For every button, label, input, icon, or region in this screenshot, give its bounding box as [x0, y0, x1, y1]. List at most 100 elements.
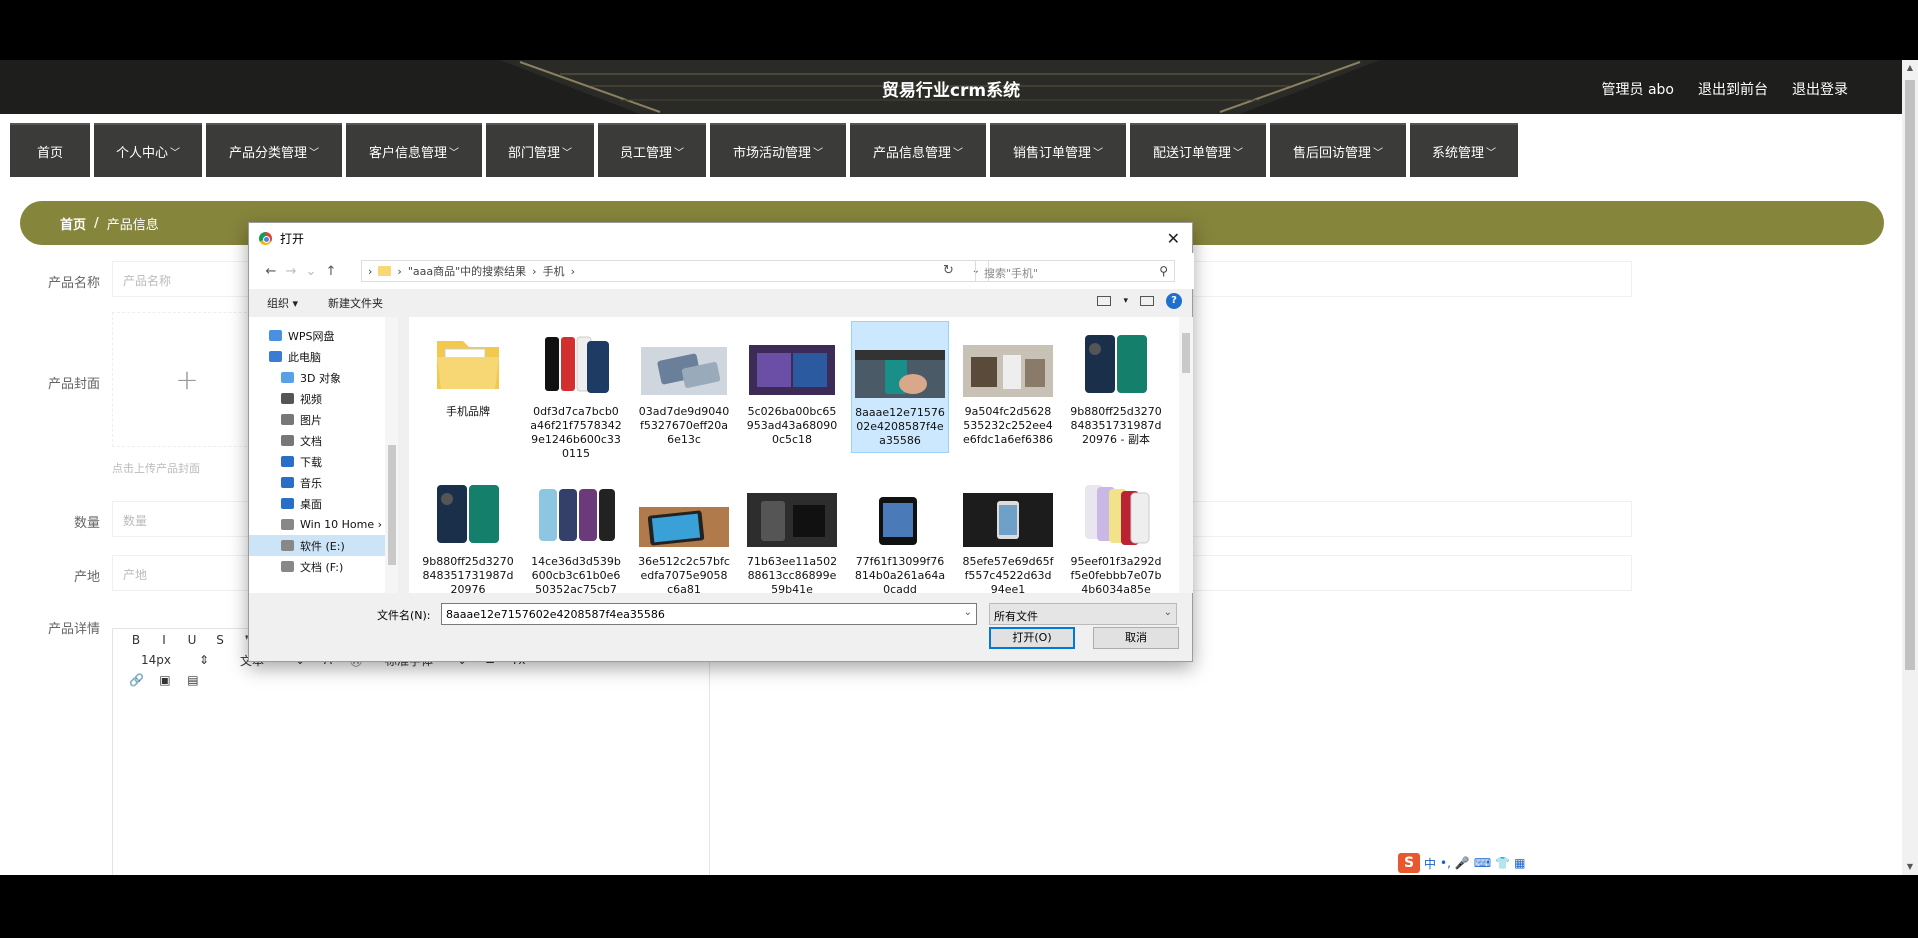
file-item[interactable]: 03ad7de9d9040f5327670eff20a6e13c [635, 321, 733, 453]
file-name: 36e512c2c57bfcedfa7075e9058c6a81 [638, 555, 730, 593]
ime-tool-4[interactable]: 👕 [1495, 856, 1510, 870]
tree-item[interactable]: 下载 [249, 451, 398, 472]
nav-item-3[interactable]: 客户信息管理 ﹀ [346, 123, 482, 177]
cancel-button[interactable]: 取消 [1093, 627, 1179, 649]
file-item[interactable]: 14ce36d3d539b600cb3c61b0e650352ac75cb7 [527, 471, 625, 593]
tree-item[interactable]: 音乐 [249, 472, 398, 493]
editor-tool-row3-1[interactable]: ▣ [158, 673, 172, 687]
editor-tool-row3-0[interactable]: 🔗 [129, 673, 144, 687]
image-thumbnail [855, 477, 945, 549]
organize-button[interactable]: 组织 ▾ [267, 295, 298, 311]
tree-item-icon [281, 435, 294, 446]
file-item[interactable]: 71b63ee11a50288613cc86899e59b41e [743, 471, 841, 593]
sogou-ime-logo[interactable]: S [1398, 853, 1420, 873]
origin-label: 产地 [73, 570, 100, 585]
file-item[interactable]: 8aaae12e7157602e4208587f4ea35586 [851, 321, 949, 453]
close-icon[interactable]: ✕ [1167, 229, 1180, 248]
tree-item[interactable]: 3D 对象 [249, 367, 398, 388]
back-arrow-icon[interactable]: ← [261, 264, 281, 279]
file-item[interactable]: 36e512c2c57bfcedfa7075e9058c6a81 [635, 471, 733, 593]
nav-item-8[interactable]: 销售订单管理 ﹀ [990, 123, 1126, 177]
file-item[interactable]: 9b880ff25d3270848351731987d20976 [419, 471, 517, 593]
tree-item-icon [281, 393, 294, 404]
back-to-front-link[interactable]: 退出到前台 [1698, 79, 1768, 99]
nav-item-7[interactable]: 产品信息管理 ﹀ [850, 123, 986, 177]
file-item[interactable]: 95eef01f3a292df5e0febbb7e07b4b6034a85e [1067, 471, 1165, 593]
nav-item-2[interactable]: 产品分类管理 ﹀ [206, 123, 342, 177]
view-dropdown-icon[interactable]: ▾ [1123, 296, 1128, 306]
tree-item-label: 音乐 [300, 476, 322, 490]
file-grid-scrollbar[interactable] [1179, 317, 1193, 593]
address-path[interactable]: › › "aaa商品"中的搜索结果 › 手机 › ⌄ [361, 260, 989, 282]
tree-item-label: 3D 对象 [300, 371, 341, 385]
filetype-select[interactable]: 所有文件 ⌄ [989, 603, 1177, 625]
editor-tool-row3-2[interactable]: ▤ [186, 673, 200, 687]
editor-tool-row1-2[interactable]: U [185, 633, 199, 647]
open-button[interactable]: 打开(O) [989, 627, 1075, 649]
filename-value: 8aaae12e7157602e4208587f4ea35586 [446, 608, 665, 621]
editor-tool-row2-0[interactable]: 14px [129, 653, 183, 667]
breadcrumb-home[interactable]: 首页 [60, 214, 86, 233]
help-icon[interactable]: ? [1166, 293, 1182, 309]
new-folder-button[interactable]: 新建文件夹 [328, 295, 383, 311]
nav-item-11[interactable]: 系统管理 ﹀ [1410, 123, 1518, 177]
ime-tool-5[interactable]: ▦ [1514, 856, 1525, 870]
ime-tool-2[interactable]: 🎤 [1455, 856, 1470, 870]
rich-text-editor[interactable]: BIUS❞</>H₁H₂≔☰x₂x²⇤⇥ 14px⇕文本⇕AⒶ标准字体⇕≡Tx … [112, 628, 710, 875]
file-item[interactable]: 9a504fc2d5628535232c252ee4e6fdc1a6ef6386 [959, 321, 1057, 453]
view-mode-icon[interactable] [1097, 296, 1112, 306]
path-segment[interactable]: "aaa商品"中的搜索结果 [408, 263, 526, 279]
cover-upload-box[interactable]: + [112, 312, 262, 447]
tree-item[interactable]: 软件 (E:) [249, 535, 398, 556]
ime-tool-0[interactable]: 中 [1424, 855, 1436, 872]
tree-scrollbar[interactable] [385, 317, 398, 593]
editor-tool-row1-1[interactable]: I [157, 633, 171, 647]
up-arrow-icon[interactable]: ↑ [321, 264, 341, 279]
nav-item-0[interactable]: 首页 [10, 123, 90, 177]
logout-link[interactable]: 退出登录 [1792, 79, 1848, 99]
recent-chevron-icon[interactable]: ⌄ [301, 264, 321, 279]
file-item[interactable]: 85efe57e69d65ff557c4522d63d94ee1 [959, 471, 1057, 593]
editor-tool-row2-1[interactable]: ⇕ [197, 653, 211, 667]
scroll-up-arrow-icon[interactable]: ▲ [1902, 60, 1918, 76]
nav-item-6[interactable]: 市场活动管理 ﹀ [710, 123, 846, 177]
scroll-down-arrow-icon[interactable]: ▼ [1902, 859, 1918, 875]
file-item[interactable]: 77f61f13099f76814b0a261a64a0cadd [851, 471, 949, 593]
nav-item-1[interactable]: 个人中心 ﹀ [94, 123, 202, 177]
file-item[interactable]: 5c026ba00bc65953ad43a680900c5c18 [743, 321, 841, 453]
page-scrollbar[interactable]: ▲ ▼ [1902, 60, 1918, 875]
ime-tool-3[interactable]: ⌨ [1474, 856, 1491, 870]
tree-item-label: 视频 [300, 392, 322, 406]
tree-item[interactable]: 文档 (F:) [249, 556, 398, 577]
filename-input[interactable]: 8aaae12e7157602e4208587f4ea35586 ⌄ [441, 603, 977, 625]
editor-tool-row1-0[interactable]: B [129, 633, 143, 647]
nav-item-10[interactable]: 售后回访管理 ﹀ [1270, 123, 1406, 177]
tree-item[interactable]: 此电脑 [249, 346, 398, 367]
file-item[interactable]: O R软 荐手机品牌 [419, 321, 517, 453]
refresh-icon[interactable]: ↻ [943, 263, 954, 278]
tree-item[interactable]: WPS网盘 [249, 325, 398, 346]
nav-item-4[interactable]: 部门管理 ﹀ [486, 123, 594, 177]
search-input[interactable]: 搜索"手机" ⚲ [975, 260, 1175, 282]
path-segment[interactable]: 手机 [543, 263, 565, 279]
nav-item-9[interactable]: 配送订单管理 ﹀ [1130, 123, 1266, 177]
tree-item[interactable]: 视频 [249, 388, 398, 409]
tree-item[interactable]: 文档 [249, 430, 398, 451]
nav-item-5[interactable]: 员工管理 ﹀ [598, 123, 706, 177]
editor-tool-row1-3[interactable]: S [213, 633, 227, 647]
tree-item[interactable]: 图片 [249, 409, 398, 430]
filename-dropdown-icon[interactable]: ⌄ [964, 607, 972, 618]
tree-item[interactable]: 桌面 [249, 493, 398, 514]
tree-item[interactable]: Win 10 Home › [249, 514, 398, 535]
file-item[interactable]: 9b880ff25d3270848351731987d20976 - 副本 [1067, 321, 1165, 453]
chevron-down-icon: ﹀ [562, 147, 572, 159]
preview-pane-icon[interactable] [1140, 296, 1154, 306]
forward-arrow-icon[interactable]: → [281, 264, 301, 279]
file-grid-scroll-thumb[interactable] [1182, 333, 1190, 373]
nav-item-label: 部门管理 [507, 145, 560, 161]
tree-scroll-thumb[interactable] [388, 445, 396, 565]
file-item[interactable]: 0df3d7ca7bcb0a46f21f75783429e1246b600c33… [527, 321, 625, 460]
image-thumbnail [423, 477, 513, 549]
page-scroll-thumb[interactable] [1905, 80, 1915, 670]
ime-tool-1[interactable]: •, [1440, 856, 1451, 870]
